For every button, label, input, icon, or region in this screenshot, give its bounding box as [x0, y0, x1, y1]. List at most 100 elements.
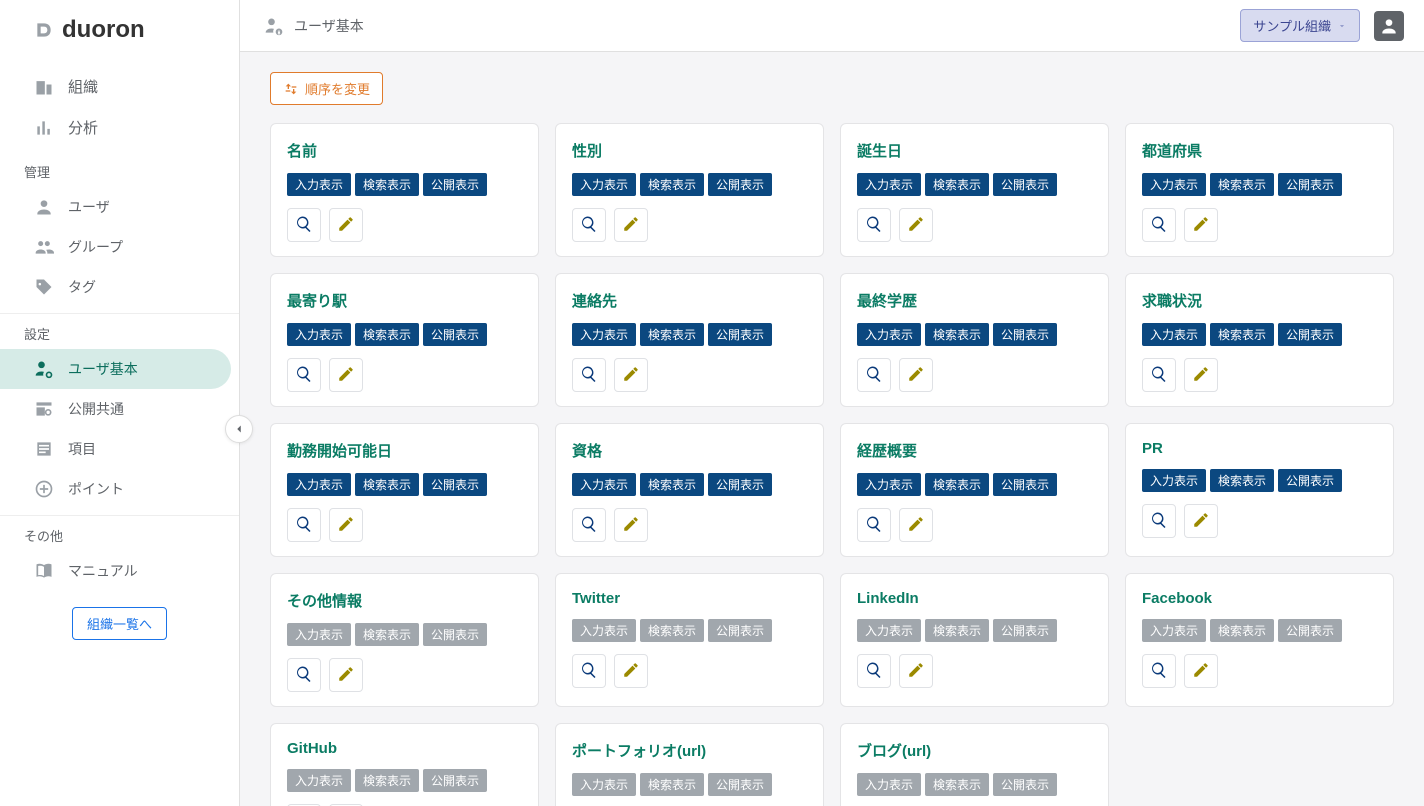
sidebar-item-label: 分析	[68, 117, 98, 138]
badge-row: 入力表示検索表示公開表示	[857, 173, 1092, 196]
field-card-pr: PR入力表示検索表示公開表示	[1125, 423, 1394, 557]
badge-public: 公開表示	[708, 773, 772, 796]
edit-button[interactable]	[899, 654, 933, 688]
badge-search: 検索表示	[1210, 173, 1274, 196]
badge-search: 検索表示	[925, 173, 989, 196]
preview-button[interactable]	[857, 358, 891, 392]
edit-button[interactable]	[614, 654, 648, 688]
badge-input: 入力表示	[287, 323, 351, 346]
edit-button[interactable]	[329, 208, 363, 242]
preview-button[interactable]	[572, 654, 606, 688]
preview-button[interactable]	[1142, 654, 1176, 688]
sidebar-item-analytics[interactable]: 分析	[0, 107, 231, 148]
preview-button[interactable]	[287, 508, 321, 542]
breadcrumb-label: ユーザ基本	[294, 16, 364, 36]
organization-dropdown-label: サンプル組織	[1253, 16, 1331, 35]
preview-button[interactable]	[572, 508, 606, 542]
edit-button[interactable]	[1184, 358, 1218, 392]
edit-button[interactable]	[614, 358, 648, 392]
edit-button[interactable]	[329, 658, 363, 692]
action-row	[1142, 358, 1377, 392]
field-card-prefecture: 都道府県入力表示検索表示公開表示	[1125, 123, 1394, 257]
preview-button[interactable]	[857, 508, 891, 542]
badge-input: 入力表示	[287, 623, 351, 646]
preview-button[interactable]	[287, 658, 321, 692]
preview-button[interactable]	[572, 208, 606, 242]
field-title: LinkedIn	[857, 590, 1092, 607]
badge-row: 入力表示検索表示公開表示	[572, 173, 807, 196]
field-card-twitter: Twitter入力表示検索表示公開表示	[555, 573, 824, 707]
preview-button[interactable]	[1142, 504, 1176, 538]
breadcrumb: ユーザ基本	[264, 16, 364, 36]
edit-icon	[622, 215, 640, 236]
edit-button[interactable]	[329, 358, 363, 392]
reorder-button[interactable]: 順序を変更	[270, 72, 383, 105]
sidebar-collapse-handle[interactable]	[225, 415, 253, 443]
badge-public: 公開表示	[993, 473, 1057, 496]
field-card-blog_url: ブログ(url)入力表示検索表示公開表示	[840, 723, 1109, 806]
badge-input: 入力表示	[287, 473, 351, 496]
preview-button[interactable]	[572, 358, 606, 392]
action-row	[287, 208, 522, 242]
sidebar-item-user_basic[interactable]: ユーザ基本	[0, 349, 231, 389]
badge-search: 検索表示	[355, 323, 419, 346]
badge-input: 入力表示	[287, 769, 351, 792]
preview-button[interactable]	[857, 654, 891, 688]
search-icon	[580, 365, 598, 386]
field-title: 最終学歴	[857, 290, 1092, 311]
edit-button[interactable]	[614, 508, 648, 542]
preview-button[interactable]	[1142, 208, 1176, 242]
search-icon	[865, 515, 883, 536]
app-logo[interactable]: duoron	[0, 0, 239, 62]
plus-circle-icon	[34, 479, 54, 499]
bars-icon	[34, 118, 54, 138]
field-card-nearest_station: 最寄り駅入力表示検索表示公開表示	[270, 273, 539, 407]
badge-search: 検索表示	[355, 769, 419, 792]
preview-button[interactable]	[287, 208, 321, 242]
person-gear-icon	[34, 359, 54, 379]
edit-button[interactable]	[614, 208, 648, 242]
field-title: その他情報	[287, 590, 522, 611]
badge-public: 公開表示	[423, 473, 487, 496]
search-icon	[295, 515, 313, 536]
field-title: 勤務開始可能日	[287, 440, 522, 461]
badge-input: 入力表示	[857, 323, 921, 346]
edit-button[interactable]	[1184, 208, 1218, 242]
field-card-work_start_date: 勤務開始可能日入力表示検索表示公開表示	[270, 423, 539, 557]
sidebar-item-label: ユーザ基本	[68, 359, 138, 379]
preview-button[interactable]	[857, 208, 891, 242]
user-avatar[interactable]	[1374, 11, 1404, 41]
organization-dropdown[interactable]: サンプル組織	[1240, 9, 1360, 42]
sidebar-item-manual[interactable]: マニュアル	[0, 551, 231, 591]
sidebar-item-organizations[interactable]: 組織	[0, 66, 231, 107]
field-title: 連絡先	[572, 290, 807, 311]
badge-public: 公開表示	[993, 619, 1057, 642]
sidebar-item-groups[interactable]: グループ	[0, 227, 231, 267]
sidebar-item-label: ポイント	[68, 479, 124, 499]
content: 順序を変更 名前入力表示検索表示公開表示性別入力表示検索表示公開表示誕生日入力表…	[240, 52, 1424, 806]
edit-button[interactable]	[899, 508, 933, 542]
badge-input: 入力表示	[1142, 173, 1206, 196]
edit-button[interactable]	[899, 208, 933, 242]
badge-public: 公開表示	[708, 173, 772, 196]
preview-button[interactable]	[1142, 358, 1176, 392]
sidebar-item-points[interactable]: ポイント	[0, 469, 231, 509]
sidebar-item-users[interactable]: ユーザ	[0, 187, 231, 227]
edit-button[interactable]	[329, 508, 363, 542]
search-icon	[580, 215, 598, 236]
sidebar-item-items[interactable]: 項目	[0, 429, 231, 469]
badge-row: 入力表示検索表示公開表示	[287, 473, 522, 496]
preview-button[interactable]	[287, 358, 321, 392]
people-icon	[34, 237, 54, 257]
action-row	[287, 358, 522, 392]
organization-list-button[interactable]: 組織一覧へ	[72, 607, 167, 640]
field-card-github: GitHub入力表示検索表示公開表示	[270, 723, 539, 806]
badge-public: 公開表示	[423, 623, 487, 646]
edit-button[interactable]	[1184, 654, 1218, 688]
sidebar-group-title-other: その他	[0, 515, 239, 551]
edit-button[interactable]	[899, 358, 933, 392]
badge-search: 検索表示	[640, 619, 704, 642]
sidebar-item-public_common[interactable]: 公開共通	[0, 389, 231, 429]
sidebar-item-tags[interactable]: タグ	[0, 267, 231, 307]
edit-button[interactable]	[1184, 504, 1218, 538]
